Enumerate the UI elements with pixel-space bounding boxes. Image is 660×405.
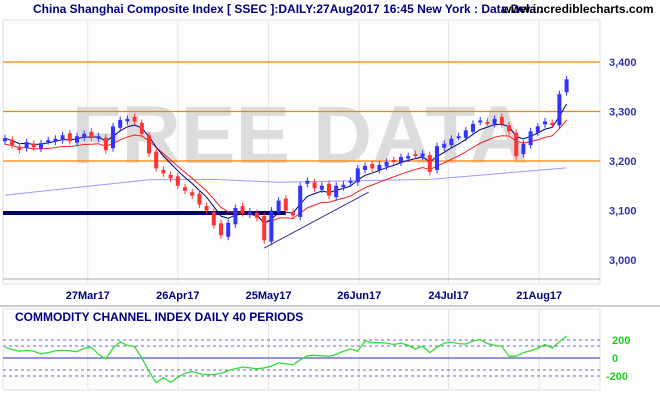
candle-body [319, 185, 324, 190]
candle-body [175, 176, 180, 186]
candle-body [384, 161, 389, 167]
candle-body [413, 154, 418, 157]
candle-body [377, 164, 382, 170]
candle-body [240, 206, 245, 213]
candle-body [53, 138, 58, 142]
candle-body [399, 157, 403, 163]
candle-body [478, 120, 483, 123]
candle-body [528, 131, 533, 146]
candle-body [341, 184, 346, 188]
candle-body [211, 211, 216, 226]
candle-body [147, 135, 151, 154]
date-tick-label: 26Apr17 [156, 290, 199, 302]
candle-body [485, 121, 490, 124]
candle-body [492, 118, 497, 124]
candle-body [96, 136, 101, 139]
candle-body [75, 136, 79, 143]
price-panel: FREE DATA 3,4003,3003,2003,1003,000 [2, 19, 637, 285]
candle-body [89, 131, 94, 138]
candle-body [31, 143, 36, 148]
candle-body [420, 153, 425, 157]
candle-body [168, 174, 173, 179]
candle-body [269, 210, 274, 242]
candle-body [111, 126, 115, 149]
candle-body [161, 169, 166, 174]
candle-body [564, 79, 569, 93]
candle-body [543, 121, 547, 125]
candle-body [255, 212, 259, 218]
date-tick-label: 27Mar17 [66, 290, 110, 302]
price-tick-label: 3,000 [609, 255, 637, 267]
candle-body [233, 208, 238, 225]
candle-body [197, 193, 202, 205]
price-tick-label: 3,200 [609, 156, 637, 168]
cci-tick-label: 200 [612, 335, 630, 347]
candle-body [39, 143, 43, 149]
candle-body [355, 168, 360, 183]
candle-body [283, 198, 288, 211]
candle-body [557, 94, 562, 126]
candle-body [190, 192, 195, 196]
candle-body [132, 116, 137, 122]
candle-body [247, 211, 252, 215]
candle-body [305, 180, 310, 184]
date-tick-label: 24Jul17 [428, 290, 468, 302]
candle-body [139, 122, 144, 134]
candle-body [219, 223, 223, 236]
candle-body [17, 146, 22, 151]
cci-panel: COMMODITY CHANNEL INDEX DAILY 40 PERIODS… [2, 308, 630, 391]
candle-body [334, 185, 339, 198]
cci-title: COMMODITY CHANNEL INDEX DAILY 40 PERIODS [15, 310, 303, 324]
candle-body [298, 185, 303, 217]
candle-body [312, 182, 317, 189]
candle-body [435, 146, 439, 170]
price-tick-label: 3,100 [609, 206, 637, 218]
candle-body [463, 130, 468, 138]
candle-body [82, 133, 87, 138]
candle-body [10, 139, 15, 146]
site-link[interactable]: www.incrediblecharts.com [501, 2, 654, 16]
date-tick-label: 25May17 [246, 290, 292, 302]
candle-body [3, 138, 7, 142]
candle-body [327, 183, 331, 196]
candle-body [103, 137, 108, 151]
candle-body [118, 119, 123, 128]
price-tick-label: 3,300 [609, 107, 637, 119]
candle-body [363, 165, 367, 170]
candle-body [391, 160, 396, 163]
candle-body [471, 123, 475, 132]
candle-body [291, 211, 295, 216]
cci-tick-label: -200 [606, 371, 628, 383]
candle-body [406, 156, 411, 159]
candle-body [442, 143, 447, 148]
candle-body [276, 200, 281, 212]
candle-body [46, 140, 51, 143]
candle-body [204, 206, 209, 211]
candle-body [60, 135, 65, 141]
candle-body [183, 187, 187, 191]
candle-body [427, 155, 432, 172]
candle-body [535, 126, 540, 133]
candle-body [499, 116, 504, 124]
candle-body [226, 222, 231, 237]
chart-canvas: China Shanghai Composite Index [ SSEC ]:… [0, 0, 660, 400]
candle-body [521, 143, 526, 155]
candle-body [24, 142, 29, 149]
cci-tick-label: 0 [612, 353, 618, 365]
candle-body [449, 138, 454, 146]
candle-body [67, 133, 72, 142]
candle-body [456, 136, 461, 139]
candle-body [348, 180, 353, 183]
date-tick-label: 21Aug17 [516, 290, 562, 302]
price-tick-label: 3,400 [609, 57, 637, 69]
candle-body [507, 125, 511, 132]
candle-body [550, 122, 555, 125]
candle-body [125, 118, 130, 122]
candle-body [154, 151, 159, 169]
candle-body [514, 132, 519, 157]
chart-title: China Shanghai Composite Index [ SSEC ]:… [33, 2, 543, 16]
candle-body [370, 163, 375, 169]
date-tick-label: 26Jun17 [337, 290, 381, 302]
candle-body [262, 215, 267, 241]
